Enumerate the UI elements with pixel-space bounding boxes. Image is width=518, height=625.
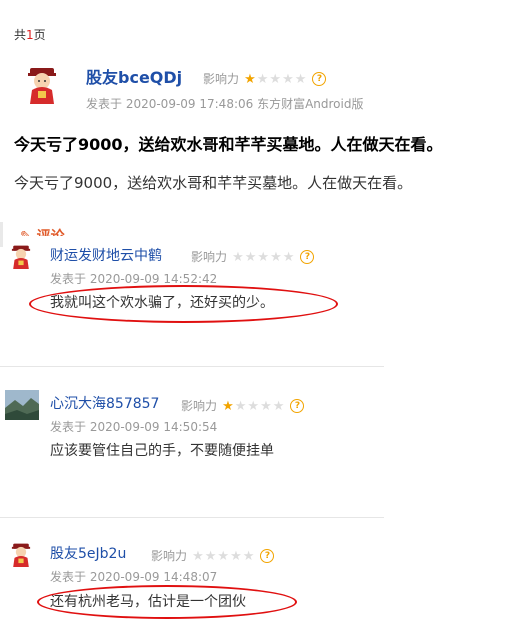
help-icon[interactable]: ? xyxy=(290,398,305,413)
highlight-circle xyxy=(37,585,297,619)
comment-author[interactable]: 财运发财地云中鹤 xyxy=(50,245,162,265)
help-icon[interactable]: ? xyxy=(260,548,275,563)
landscape-avatar-icon xyxy=(5,390,39,420)
post-author[interactable]: 股友bceQDj xyxy=(86,64,182,88)
divider xyxy=(0,517,384,518)
comment-author[interactable]: 心沉大海857857 xyxy=(50,393,159,413)
divider xyxy=(0,366,384,367)
influence-stars: ★★★★★ xyxy=(244,72,308,87)
avatar[interactable] xyxy=(22,64,62,108)
comment-meta: 发表于 2020-09-09 14:48:07 xyxy=(50,570,218,584)
comment-influence: 影响力 ★★★★★ ? xyxy=(191,246,315,265)
comment-avatar[interactable] xyxy=(8,243,34,273)
comment-avatar[interactable] xyxy=(8,541,34,571)
god-of-wealth-avatar-icon xyxy=(28,68,56,104)
post-meta: 发表于 2020-09-09 17:48:06 东方财富Android版 xyxy=(86,97,364,111)
comments-bar xyxy=(0,222,3,247)
comment-author[interactable]: 股友5eJb2u xyxy=(50,543,126,563)
help-icon[interactable]: ? xyxy=(312,71,327,86)
page-count: 共1页 xyxy=(14,28,46,42)
comment-text: 应该要管住自己的手，不要随便挂单 xyxy=(50,443,274,459)
influence-stars: ★★★★★ xyxy=(222,399,286,414)
comment-avatar[interactable] xyxy=(5,390,39,424)
comment-influence: 影响力 ★★★★★ ? xyxy=(151,545,275,564)
comments-heading: ✎ 评论 xyxy=(20,226,65,236)
pen-icon: ✎ xyxy=(20,229,32,236)
post-body: 今天亏了9000，送给欢水哥和芊芊买墓地。人在做天在看。 xyxy=(14,174,413,192)
god-of-wealth-avatar-icon xyxy=(11,245,31,269)
help-icon[interactable]: ? xyxy=(300,249,315,264)
highlight-circle xyxy=(29,285,338,323)
influence-stars: ★★★★★ xyxy=(192,549,256,564)
post-title: 今天亏了9000，送给欢水哥和芊芊买墓地。人在做天在看。 xyxy=(14,135,443,154)
god-of-wealth-avatar-icon xyxy=(11,543,31,567)
post-influence: 影响力 ★★★★★ ? xyxy=(203,68,327,87)
comment-meta: 发表于 2020-09-09 14:50:54 xyxy=(50,420,218,434)
influence-stars: ★★★★★ xyxy=(232,250,296,265)
comment-influence: 影响力 ★★★★★ ? xyxy=(181,395,305,414)
